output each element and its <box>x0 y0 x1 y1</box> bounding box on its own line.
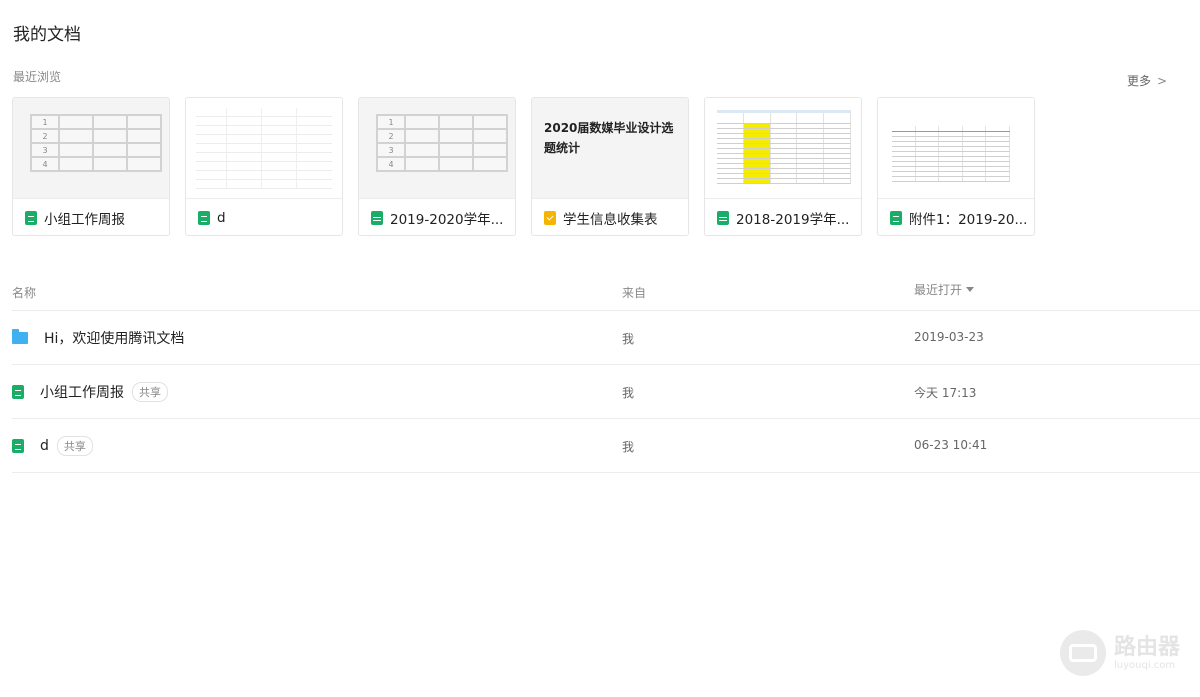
item-title: d <box>40 437 49 454</box>
card-name: 附件1：2019-20... <box>909 212 1028 228</box>
recent-card[interactable]: d <box>185 97 343 236</box>
card-name: 2018-2019学年... <box>736 212 850 228</box>
recent-card[interactable]: 附件1：2019-20... <box>877 97 1035 236</box>
watermark-title: 路由器 <box>1114 634 1181 660</box>
sheet-icon <box>371 211 383 225</box>
recent-card[interactable]: 1 2 3 4 小组工作周报 <box>12 97 170 236</box>
card-thumbnail: 1 2 3 4 <box>359 98 515 199</box>
grid-preview: 1 2 3 4 <box>376 114 508 172</box>
recent-cards: 1 2 3 4 小组工作周报 d 1 2 3 4 2019-2020学年... <box>12 97 1035 236</box>
recent-card[interactable]: 2020届数媒毕业设计选题统计 学生信息收集表 <box>531 97 689 236</box>
sort-down-icon <box>966 287 975 292</box>
more-label: 更多 <box>1127 74 1152 88</box>
chevron-right-icon: > <box>1157 73 1168 88</box>
item-time: 2019-03-23 <box>914 330 984 344</box>
folder-icon <box>12 328 28 344</box>
card-name: 小组工作周报 <box>44 212 125 228</box>
recent-card[interactable]: 2018-2019学年... <box>704 97 862 236</box>
card-name: d <box>217 210 226 226</box>
item-title: 小组工作周报 <box>40 384 124 401</box>
sheet-icon <box>198 211 210 225</box>
column-opened-label: 最近打开 <box>914 283 963 297</box>
share-badge: 共享 <box>56 435 93 456</box>
grid-row-number: 1 <box>30 114 60 130</box>
card-preview-text: 2020届数媒毕业设计选题统计 <box>544 121 674 155</box>
item-time: 06-23 10:41 <box>914 438 988 452</box>
router-icon <box>1060 630 1106 676</box>
card-name: 学生信息收集表 <box>563 212 658 228</box>
card-thumbnail: 1 2 3 4 <box>13 98 169 199</box>
more-link[interactable]: 更多 > <box>1127 72 1167 89</box>
sheet-icon <box>25 211 37 225</box>
grid-row-number: 1 <box>376 114 406 130</box>
list-header: 名称 来自 最近打开 <box>12 281 1200 311</box>
grid-row-number: 3 <box>30 142 60 158</box>
watermark: 路由器 luyouqi.com <box>1060 630 1180 676</box>
form-icon <box>544 211 556 225</box>
item-from: 我 <box>622 332 635 346</box>
card-thumbnail <box>878 98 1034 199</box>
sheet-icon <box>890 211 902 225</box>
card-name: 2019-2020学年... <box>390 212 504 228</box>
column-opened-header[interactable]: 最近打开 <box>914 281 975 298</box>
list-item[interactable]: d 共享 我 06-23 10:41 <box>12 419 1200 473</box>
column-name-header: 名称 <box>12 286 37 300</box>
share-badge: 共享 <box>132 381 168 402</box>
card-thumbnail <box>705 98 861 199</box>
recent-card[interactable]: 1 2 3 4 2019-2020学年... <box>358 97 516 236</box>
item-from: 我 <box>622 386 635 400</box>
sheet-icon <box>12 438 24 453</box>
page-title: 我的文档 <box>13 25 81 45</box>
watermark-subtitle: luyouqi.com <box>1114 659 1176 671</box>
sheet-icon <box>717 211 729 225</box>
recent-section-label: 最近浏览 <box>13 70 62 84</box>
grid-preview: 1 2 3 4 <box>30 114 162 172</box>
item-time: 今天 17:13 <box>914 386 977 400</box>
grid-row-number: 2 <box>376 128 406 144</box>
card-thumbnail: 2020届数媒毕业设计选题统计 <box>532 98 688 199</box>
column-from-header: 来自 <box>622 286 647 300</box>
grid-row-number: 4 <box>30 156 60 172</box>
item-title: Hi，欢迎使用腾讯文档 <box>44 330 185 347</box>
list-item[interactable]: 小组工作周报 共享 我 今天 17:13 <box>12 365 1200 419</box>
card-thumbnail <box>186 98 342 199</box>
grid-row-number: 2 <box>30 128 60 144</box>
sheet-icon <box>12 384 24 399</box>
list-item[interactable]: Hi，欢迎使用腾讯文档 我 2019-03-23 <box>12 311 1200 365</box>
item-from: 我 <box>622 440 635 454</box>
grid-row-number: 4 <box>376 156 406 172</box>
grid-row-number: 3 <box>376 142 406 158</box>
